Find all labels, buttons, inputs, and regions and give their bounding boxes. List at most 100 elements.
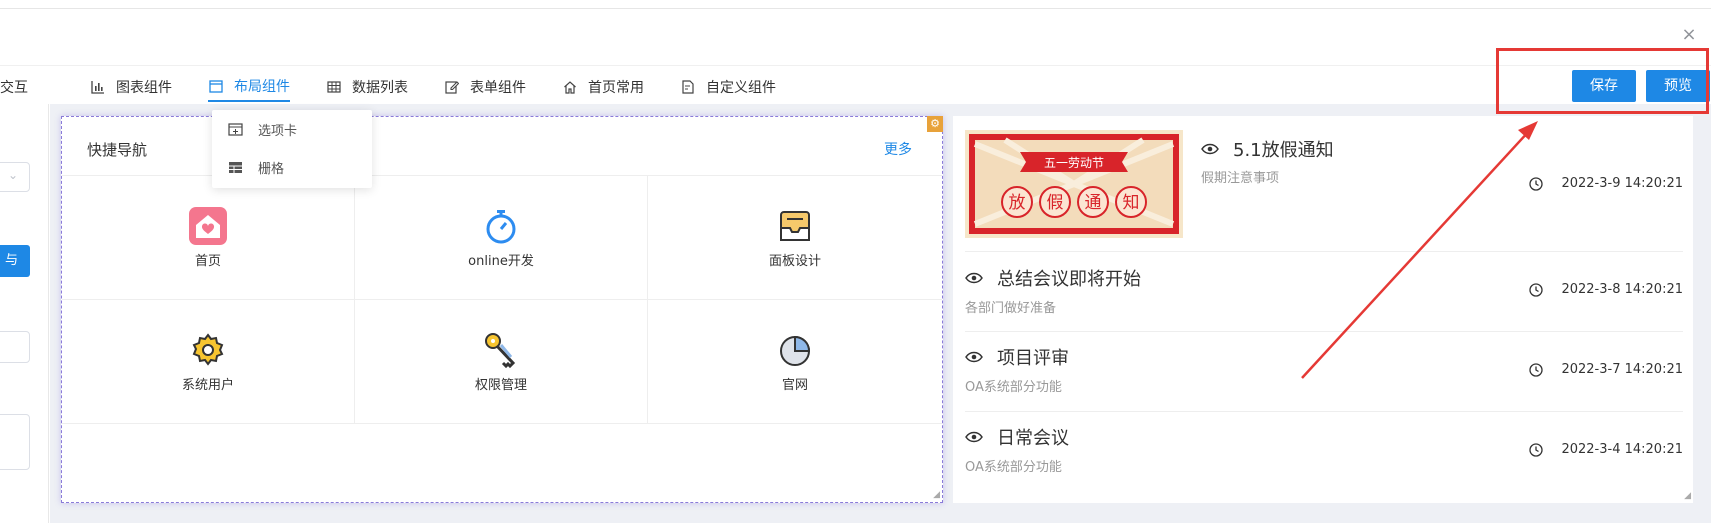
component-tabs: 图表组件 布局组件 数据列表 表单组件 首页常用 自定义组件	[90, 72, 812, 104]
tab-chart-components[interactable]: 图表组件	[90, 72, 172, 102]
news-title[interactable]: 日常会议	[965, 424, 1069, 450]
news-subtitle: OA系统部分功能	[965, 380, 1062, 395]
tab-label: 表单组件	[470, 80, 526, 96]
tab-form-components[interactable]: 表单组件	[444, 72, 526, 102]
banner-char: 知	[1123, 193, 1140, 213]
holiday-banner-image: 五一劳动节 放 假 通 知	[965, 130, 1183, 238]
menu-item-tabs[interactable]: 选项卡	[212, 110, 372, 148]
news-time-text: 2022-3-4 14:20:21	[1561, 442, 1683, 457]
chevron-down-icon: ⌄	[8, 168, 19, 182]
tab-data-list[interactable]: 数据列表	[326, 72, 408, 102]
news-time-text: 2022-3-8 14:20:21	[1561, 282, 1683, 297]
news-title-text: 5.1放假通知	[1233, 140, 1334, 161]
tab-label: 图表组件	[116, 80, 172, 96]
news-subtitle: 各部门做好准备	[965, 301, 1057, 316]
tab-home-common[interactable]: 首页常用	[562, 72, 644, 102]
news-time-text: 2022-3-9 14:20:21	[1561, 176, 1683, 191]
card-title: 快捷导航	[87, 141, 148, 159]
nav-item-home[interactable]: 首页	[62, 176, 355, 300]
property-button[interactable]: 与	[0, 245, 30, 277]
menu-item-grid[interactable]: 栅格	[212, 148, 372, 186]
news-time-text: 2022-3-7 14:20:21	[1561, 362, 1683, 377]
window-icon	[208, 78, 224, 94]
clock-icon	[1529, 176, 1544, 191]
quick-nav-card[interactable]: 快捷导航 更多 ⚙ 首页 online开发 面板设计 系统用户 权限管理 官网 …	[61, 116, 943, 503]
banner-ribbon-text: 五一劳动节	[1044, 156, 1104, 170]
eye-icon	[965, 351, 983, 363]
news-title[interactable]: 5.1放假通知	[1201, 136, 1334, 162]
file-edit-icon	[680, 79, 696, 95]
news-item[interactable]: 五一劳动节 放 假 通 知 5.1放假通知 假期注意事项 2022-3-9 14…	[965, 116, 1683, 252]
nav-item-label: 面板设计	[768, 254, 821, 269]
property-textarea[interactable]	[0, 414, 30, 470]
home-icon	[562, 79, 578, 95]
resize-handle-icon[interactable]: ◢	[933, 490, 940, 500]
nav-item-label: 首页	[194, 254, 221, 269]
news-title[interactable]: 总结会议即将开始	[965, 265, 1141, 291]
tab-label: 数据列表	[352, 80, 408, 96]
tab-label: 布局组件	[234, 79, 290, 95]
property-input[interactable]	[0, 331, 30, 363]
resize-handle-icon[interactable]: ◢	[1684, 491, 1691, 501]
tab-label: 首页常用	[588, 80, 644, 96]
keys-icon	[485, 333, 516, 369]
settings-icon[interactable]: ⚙	[927, 116, 943, 132]
menu-item-label: 栅格	[258, 161, 285, 177]
nav-item-permissions[interactable]: 权限管理	[355, 300, 648, 424]
news-time: 2022-3-7 14:20:21	[1529, 362, 1683, 377]
eye-icon	[965, 272, 983, 284]
news-time: 2022-3-8 14:20:21	[1529, 282, 1683, 297]
pie-icon	[780, 335, 811, 366]
panel-divider	[48, 104, 49, 523]
news-title-text: 总结会议即将开始	[997, 269, 1141, 290]
layout-dropdown-menu: 选项卡 栅格	[212, 110, 372, 188]
nav-item-label: 官网	[781, 378, 808, 393]
tab-label: 自定义组件	[706, 80, 776, 96]
property-select[interactable]: ⌄	[0, 162, 30, 192]
grid-icon	[228, 160, 244, 174]
table-icon	[326, 79, 342, 95]
tab-layout-components[interactable]: 布局组件	[208, 72, 290, 102]
nav-item-system-users[interactable]: 系统用户	[62, 300, 355, 424]
banner-char: 通	[1085, 193, 1102, 213]
nav-item-online-dev[interactable]: online开发	[355, 176, 648, 300]
inbox-icon	[780, 211, 810, 241]
home-heart-icon	[189, 207, 227, 245]
nav-item-panel-design[interactable]: 面板设计	[648, 176, 942, 300]
banner-char: 放	[1009, 193, 1026, 213]
clock-icon	[1529, 362, 1544, 377]
annotation-highlight-box	[1496, 48, 1709, 114]
news-item[interactable]: 总结会议即将开始 各部门做好准备 2022-3-8 14:20:21	[965, 252, 1683, 332]
nav-item-website[interactable]: 官网	[648, 300, 942, 424]
banner-char: 假	[1047, 193, 1064, 213]
news-time: 2022-3-4 14:20:21	[1529, 442, 1683, 457]
news-title-text: 项目评审	[997, 348, 1069, 369]
nav-item-label: 系统用户	[181, 378, 234, 393]
eye-icon	[1201, 143, 1219, 155]
news-title[interactable]: 项目评审	[965, 344, 1069, 370]
nav-item-label: online开发	[468, 254, 534, 269]
gear-icon	[192, 333, 224, 366]
tab-custom-components[interactable]: 自定义组件	[680, 72, 776, 102]
news-subtitle: OA系统部分功能	[965, 460, 1062, 475]
header-divider	[0, 65, 1711, 66]
news-subtitle: 假期注意事项	[1201, 171, 1280, 186]
stopwatch-icon	[486, 210, 516, 244]
news-time: 2022-3-9 14:20:21	[1529, 176, 1683, 191]
news-list-card[interactable]: 五一劳动节 放 假 通 知 5.1放假通知 假期注意事项 2022-3-9 14…	[953, 116, 1693, 503]
quick-nav-grid: 首页 online开发 面板设计 系统用户 权限管理 官网	[62, 175, 942, 424]
close-icon[interactable]: ×	[1680, 26, 1698, 44]
news-item[interactable]: 日常会议 OA系统部分功能 2022-3-4 14:20:21	[965, 412, 1683, 492]
clock-icon	[1529, 282, 1544, 297]
news-item[interactable]: 项目评审 OA系统部分功能 2022-3-7 14:20:21	[965, 332, 1683, 412]
clock-icon	[1529, 442, 1544, 457]
edit-icon	[444, 79, 460, 95]
bar-chart-icon	[90, 79, 106, 95]
menu-item-label: 选项卡	[258, 123, 298, 139]
more-link[interactable]: 更多	[884, 139, 912, 159]
top-divider	[0, 8, 1711, 9]
tab-interaction[interactable]: 交互	[0, 77, 28, 97]
eye-icon	[965, 431, 983, 443]
tab-add-icon	[228, 122, 244, 136]
nav-item-label: 权限管理	[474, 378, 527, 393]
